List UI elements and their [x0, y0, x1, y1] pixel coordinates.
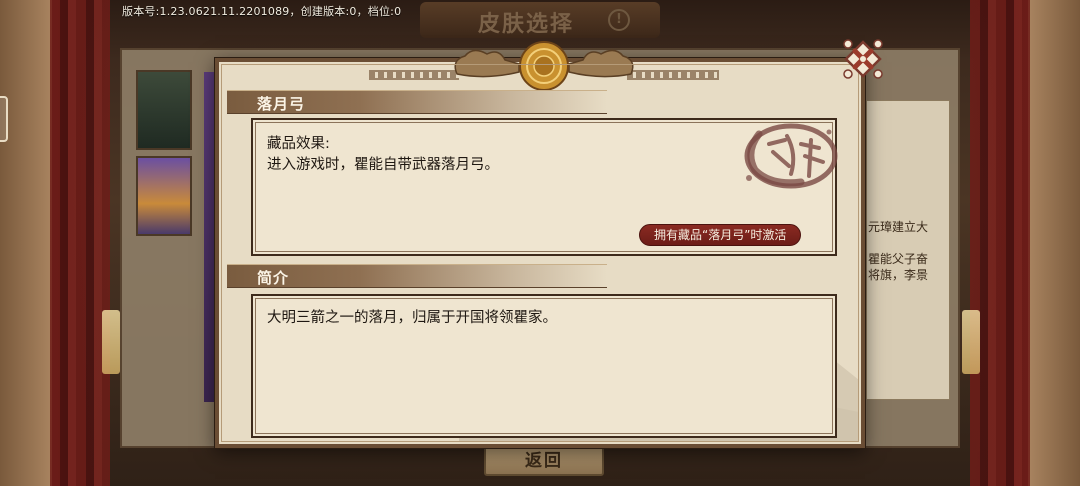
ornate-close-icon[interactable]	[838, 34, 888, 84]
fret-border-left	[369, 70, 459, 80]
skin-description-line: 元璋建立大	[868, 220, 929, 234]
side-drawer-handle[interactable]	[0, 96, 8, 142]
intro-header-title: 简介	[257, 269, 290, 287]
skin-description-line: 将旗，李景	[868, 268, 929, 282]
background-title: 皮肤选择	[478, 11, 575, 37]
right-curtain	[970, 0, 1030, 486]
calligraphy-seal-icon	[744, 123, 838, 189]
activation-condition-badge: 拥有藏品“落月弓”时激活	[639, 224, 802, 246]
item-name-title: 落月弓	[257, 95, 306, 113]
back-button[interactable]: 返回	[484, 446, 604, 476]
collection-detail-dialog: 落月弓 藏品效果: 进入游戏时，瞿能自带武器落月弓。 拥有藏品“落月弓”时激活 …	[215, 41, 865, 448]
lantern-left	[102, 310, 120, 374]
skin-description-line: 瞿能父子奋	[868, 252, 929, 266]
version-label: 版本号:1.23.0621.11.2201089，创建版本:0，档位:0	[122, 5, 402, 18]
left-curtain	[50, 0, 110, 486]
left-wood-edge	[0, 0, 52, 486]
intro-header: 简介	[227, 264, 607, 288]
effect-description: 进入游戏时，瞿能自带武器落月弓。	[267, 157, 499, 173]
right-wood-edge	[1028, 0, 1080, 486]
lantern-right	[962, 310, 980, 374]
intro-description: 大明三箭之一的落月，归属于开国将领瞿家。	[267, 310, 557, 326]
item-name-header: 落月弓	[227, 90, 607, 114]
info-icon[interactable]: !	[608, 9, 630, 31]
effect-box: 藏品效果: 进入游戏时，瞿能自带武器落月弓。 拥有藏品“落月弓”时激活	[251, 118, 838, 256]
cloud-ornament-icon	[454, 41, 634, 91]
skin-thumbnail[interactable]	[136, 70, 192, 150]
skin-thumbnail[interactable]	[136, 156, 192, 236]
effect-title: 藏品效果:	[267, 136, 330, 152]
intro-box: 大明三箭之一的落月，归属于开国将领瞿家。	[251, 294, 837, 438]
